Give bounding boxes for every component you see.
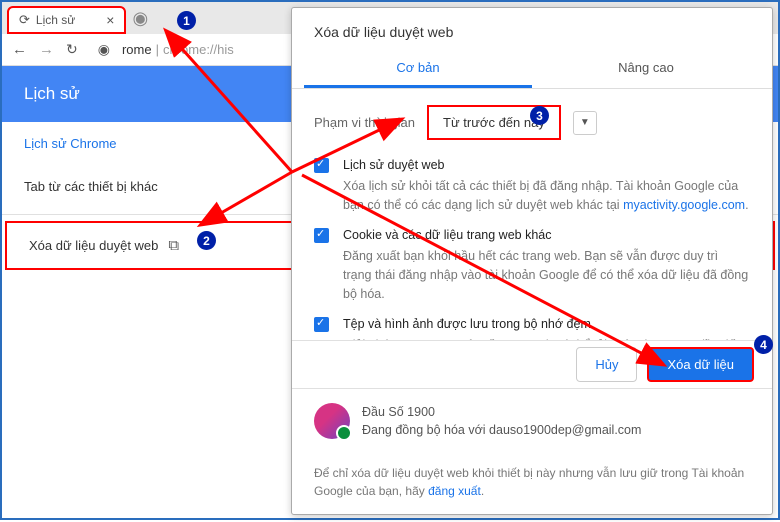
clear-data-label: Xóa dữ liệu duyệt web: [29, 238, 158, 253]
time-range-label: Phạm vi thời gian: [314, 115, 415, 130]
external-link-icon: ⧉: [168, 237, 179, 254]
avatar: [314, 403, 350, 439]
close-icon[interactable]: ×: [106, 12, 114, 28]
history-icon: ⟳: [19, 12, 30, 28]
account-name: Đầu Số 1900: [362, 403, 641, 422]
step-badge-2: 2: [197, 231, 216, 250]
account-row: Đầu Số 1900 Đang đồng bộ hóa với dauso19…: [292, 389, 772, 455]
checkbox-cache[interactable]: [314, 317, 329, 332]
option-browsing-history: Lịch sử duyệt web Xóa lịch sử khỏi tất c…: [314, 156, 750, 214]
chrome-icon: ◉: [98, 41, 110, 58]
opt-desc: Xóa lịch sử khỏi tất cả các thiết bị đã …: [343, 177, 750, 215]
step-badge-4: 4: [754, 335, 773, 354]
reload-icon[interactable]: ↻: [66, 41, 78, 58]
dialog-footer: Để chỉ xóa dữ liệu duyệt web khỏi thiết …: [292, 454, 772, 514]
signout-link[interactable]: đăng xuất: [428, 484, 481, 498]
checkbox-history[interactable]: [314, 158, 329, 173]
dialog-body: Phạm vi thời gian Từ trước đến nay ▼ Lịc…: [292, 89, 772, 340]
account-status: Đang đồng bộ hóa với dauso1900dep@gmail.…: [362, 421, 641, 440]
forward-icon: →: [39, 41, 54, 58]
opt-title: Lịch sử duyệt web: [343, 156, 750, 175]
option-cache: Tệp và hình ảnh được lưu trong bộ nhớ đệ…: [314, 315, 750, 339]
tab-label: Lịch sử: [36, 13, 75, 27]
checkbox-cookies[interactable]: [314, 228, 329, 243]
cancel-button[interactable]: Hủy: [576, 347, 637, 382]
dialog-buttons: Hủy Xóa dữ liệu: [292, 340, 772, 389]
step-badge-3: 3: [530, 106, 549, 125]
dialog-title: Xóa dữ liệu duyệt web: [292, 8, 772, 50]
dialog-tabs: Cơ bản Nâng cao: [292, 50, 772, 89]
clear-data-button[interactable]: Xóa dữ liệu: [647, 347, 754, 382]
chevron-down-icon[interactable]: ▼: [573, 111, 597, 135]
page-title: Lịch sử: [24, 84, 80, 104]
opt-title: Tệp và hình ảnh được lưu trong bộ nhớ đệ…: [343, 315, 750, 334]
url-text[interactable]: rome|chrome://his: [122, 42, 234, 57]
tab-advanced[interactable]: Nâng cao: [532, 50, 760, 88]
back-icon[interactable]: ←: [12, 41, 27, 58]
opt-title: Cookie và các dữ liệu trang web khác: [343, 226, 750, 245]
clear-data-dialog: Xóa dữ liệu duyệt web Cơ bản Nâng cao Ph…: [291, 7, 773, 515]
tab-basic[interactable]: Cơ bản: [304, 50, 532, 88]
myactivity-link[interactable]: myactivity.google.com: [623, 198, 745, 212]
step-badge-1: 1: [177, 11, 196, 30]
option-cookies: Cookie và các dữ liệu trang web khác Đăn…: [314, 226, 750, 303]
browser-tab-history[interactable]: ⟳ Lịch sử ×: [7, 6, 126, 34]
opt-desc: Đăng xuất bạn khỏi hầu hết các trang web…: [343, 247, 750, 303]
globe-icon: ◉: [132, 8, 148, 29]
